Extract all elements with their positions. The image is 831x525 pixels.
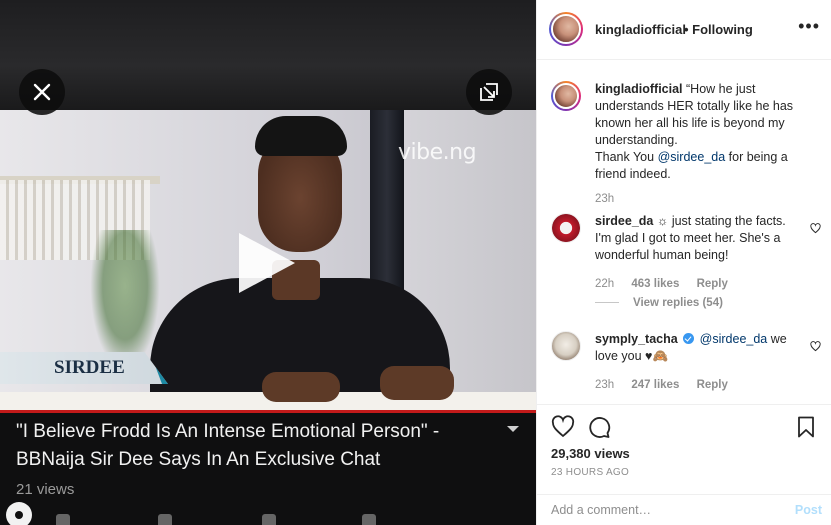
chevron-down-icon[interactable] <box>507 426 519 432</box>
more-options-icon[interactable]: ••• <box>798 16 820 37</box>
emoji-icon: ☼ <box>656 214 669 228</box>
caption-comment: kingladiofficial “How he just understand… <box>551 81 821 226</box>
reply-button[interactable]: Reply <box>697 278 728 290</box>
comment-input[interactable] <box>551 503 781 517</box>
background-plant <box>90 230 160 370</box>
heart-icon[interactable] <box>551 415 575 439</box>
video-action-bar <box>0 508 536 525</box>
comment-username[interactable]: symply_tacha <box>595 332 678 346</box>
video-title[interactable]: "I Believe Frodd Is An Intense Emotional… <box>16 418 496 474</box>
record-icon[interactable] <box>6 502 32 525</box>
comments-list[interactable]: kingladiofficial “How he just understand… <box>537 61 831 404</box>
heart-icon[interactable] <box>810 223 821 234</box>
heart-icon[interactable] <box>810 341 821 352</box>
post-actions: 29,380 views 23 HOURS AGO <box>537 404 831 494</box>
view-count[interactable]: 29,380 views <box>551 446 630 461</box>
add-comment-bar: Post <box>537 494 831 525</box>
mention-link[interactable]: @sirdee_da <box>658 150 726 164</box>
comment-time[interactable]: 23h <box>595 193 614 205</box>
comment-username[interactable]: kingladiofficial <box>595 82 683 96</box>
avatar[interactable] <box>551 331 581 361</box>
video-top-band <box>0 0 536 110</box>
video-view-count: 21 views <box>16 481 75 498</box>
video-watermark: vibe.ng <box>398 140 477 165</box>
comment-username[interactable]: sirdee_da <box>595 214 653 228</box>
post-timestamp[interactable]: 23 HOURS AGO <box>551 467 629 478</box>
like-icon[interactable] <box>56 514 70 525</box>
comment-time[interactable]: 22h <box>595 278 614 290</box>
avatar[interactable] <box>551 81 581 111</box>
close-button[interactable] <box>19 69 65 115</box>
verified-badge-icon <box>683 333 695 344</box>
comment-icon[interactable] <box>587 415 611 439</box>
bookmark-icon[interactable] <box>794 415 818 439</box>
share-icon[interactable] <box>262 514 276 525</box>
comment-likes[interactable]: 463 likes <box>631 278 679 290</box>
comment-time[interactable]: 23h <box>595 379 614 391</box>
view-replies-button[interactable]: View replies (54) <box>595 297 723 309</box>
lower-third-name-tag: SIRDEE <box>0 352 168 384</box>
video-progress-bar[interactable] <box>0 410 536 413</box>
post-header: kingladiofficial • Following ••• <box>537 0 831 60</box>
popout-button[interactable] <box>466 69 512 115</box>
header-username[interactable]: kingladiofficial <box>595 22 686 37</box>
dislike-icon[interactable] <box>158 514 172 525</box>
comment-item: symply_tacha @sirdee_da we love you ♥🙈 2… <box>551 331 821 404</box>
popout-icon <box>480 83 498 101</box>
post-panel: kingladiofficial • Following ••• kinglad… <box>536 0 831 525</box>
mention-link[interactable]: @sirdee_da <box>700 332 768 346</box>
avatar[interactable] <box>549 12 583 46</box>
reply-button[interactable]: Reply <box>697 379 728 391</box>
avatar[interactable] <box>551 213 581 243</box>
caption-text: Thank You <box>595 150 655 164</box>
download-icon[interactable] <box>362 514 376 525</box>
close-icon <box>33 83 51 101</box>
post-comment-button[interactable]: Post <box>795 503 822 517</box>
play-icon[interactable] <box>239 233 295 293</box>
following-status[interactable]: • Following <box>684 22 753 37</box>
comment-likes[interactable]: 247 likes <box>631 379 679 391</box>
video-player[interactable]: vibe.ng SIRDEE "I Believe Frodd Is An In… <box>0 0 536 525</box>
